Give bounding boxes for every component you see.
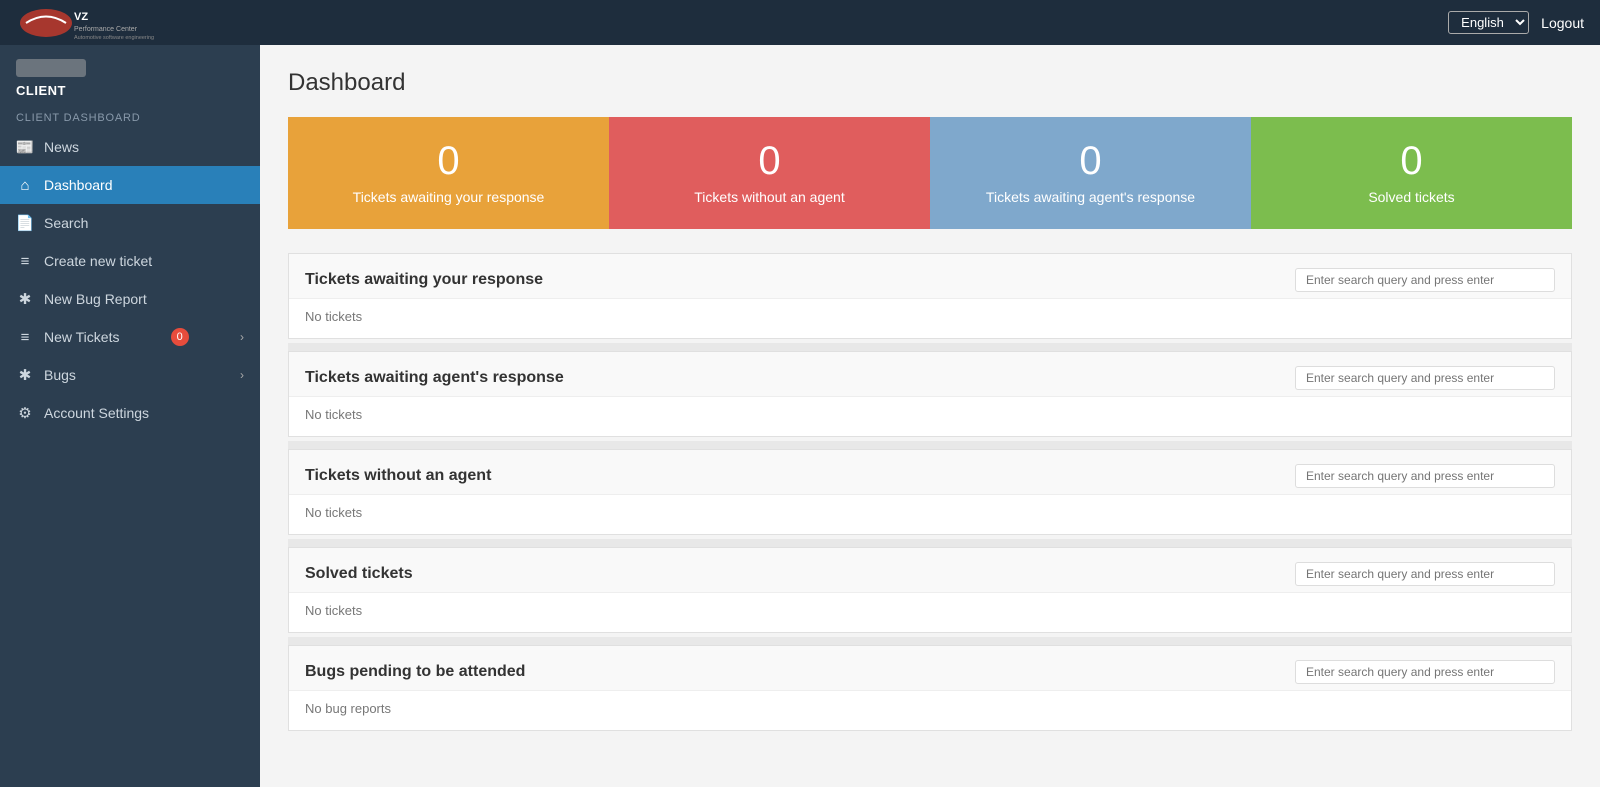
sidebar-items-container: 📰 News ⌂ Dashboard 📄 Search ≡ Create new ticket…: [0, 128, 260, 432]
ticket-section-title-awaiting-response: Tickets awaiting your response: [305, 271, 543, 289]
search-icon: 📄: [16, 214, 34, 232]
stat-label-0: Tickets awaiting your response: [353, 189, 545, 205]
stat-label-3: Solved tickets: [1368, 189, 1454, 205]
sidebar-item-new-tickets[interactable]: ≡ New Tickets 0 ›: [0, 318, 260, 356]
sections-container: Tickets awaiting your response No tickets…: [288, 253, 1572, 731]
logout-button[interactable]: Logout: [1541, 15, 1584, 31]
sidebar-item-account-settings[interactable]: ⚙ Account Settings: [0, 394, 260, 432]
ticket-section-header-without-agent: Tickets without an agent: [289, 450, 1571, 495]
ticket-section-header-bugs-pending: Bugs pending to be attended: [289, 646, 1571, 691]
ticket-section-header-awaiting-response: Tickets awaiting your response: [289, 254, 1571, 299]
ticket-section-body-without-agent: No tickets: [289, 495, 1571, 534]
dashboard-icon: ⌂: [16, 176, 34, 194]
new-tickets-label: New Tickets: [44, 329, 119, 345]
ticket-search-input-without-agent[interactable]: [1295, 464, 1555, 488]
ticket-section-title-bugs-pending: Bugs pending to be attended: [305, 663, 525, 681]
new-bug-report-label: New Bug Report: [44, 291, 147, 307]
bugs-label: Bugs: [44, 367, 76, 383]
account-settings-label: Account Settings: [44, 405, 149, 421]
account-settings-icon: ⚙: [16, 404, 34, 422]
create-ticket-label: Create new ticket: [44, 253, 152, 269]
ticket-section-body-awaiting-response: No tickets: [289, 299, 1571, 338]
ticket-section-awaiting-agent-response: Tickets awaiting agent's response No tick…: [288, 351, 1572, 437]
new-tickets-icon: ≡: [16, 328, 34, 346]
section-gap: [288, 343, 1572, 351]
section-gap: [288, 539, 1572, 547]
ticket-section-body-solved: No tickets: [289, 593, 1571, 632]
ticket-search-input-bugs-pending[interactable]: [1295, 660, 1555, 684]
ticket-section-header-awaiting-agent-response: Tickets awaiting agent's response: [289, 352, 1571, 397]
section-gap: [288, 637, 1572, 645]
ticket-section-awaiting-response: Tickets awaiting your response No tickets: [288, 253, 1572, 339]
main-content: Dashboard 0 Tickets awaiting your respons…: [260, 45, 1600, 787]
ticket-section-body-awaiting-agent-response: No tickets: [289, 397, 1571, 436]
search-label: Search: [44, 215, 88, 231]
ticket-section-body-bugs-pending: No bug reports: [289, 691, 1571, 730]
new-bug-report-icon: ✱: [16, 290, 34, 308]
language-select[interactable]: English: [1448, 11, 1529, 34]
create-ticket-icon: ≡: [16, 252, 34, 270]
ticket-section-title-awaiting-agent-response: Tickets awaiting agent's response: [305, 369, 564, 387]
ticket-search-input-awaiting-agent-response[interactable]: [1295, 366, 1555, 390]
bugs-icon: ✱: [16, 366, 34, 384]
sidebar-item-new-bug-report[interactable]: ✱ New Bug Report: [0, 280, 260, 318]
top-nav: VZ Performance Center Automotive softwar…: [0, 0, 1600, 45]
logo: VZ Performance Center Automotive softwar…: [16, 5, 176, 41]
stat-number-2: 0: [1079, 141, 1101, 181]
news-icon: 📰: [16, 138, 34, 156]
bugs-chevron-icon: ›: [240, 368, 244, 382]
page-title: Dashboard: [288, 69, 1572, 97]
sidebar-item-news[interactable]: 📰 News: [0, 128, 260, 166]
stat-label-2: Tickets awaiting agent's response: [986, 189, 1195, 205]
ticket-section-bugs-pending: Bugs pending to be attended No bug report…: [288, 645, 1572, 731]
sidebar-user-label: CLIENT: [16, 83, 244, 98]
svg-text:Automotive software engineerin: Automotive software engineering: [74, 35, 154, 41]
stat-card-3: 0 Solved tickets: [1251, 117, 1572, 229]
section-gap: [288, 441, 1572, 449]
svg-text:VZ: VZ: [74, 11, 88, 23]
ticket-section-without-agent: Tickets without an agent No tickets: [288, 449, 1572, 535]
ticket-search-input-awaiting-response[interactable]: [1295, 268, 1555, 292]
new-tickets-badge: 0: [171, 328, 189, 346]
stat-card-0: 0 Tickets awaiting your response: [288, 117, 609, 229]
ticket-section-header-solved: Solved tickets: [289, 548, 1571, 593]
sidebar-section-label: CLIENT DASHBOARD: [0, 104, 260, 128]
sidebar-item-create-ticket[interactable]: ≡ Create new ticket: [0, 242, 260, 280]
dashboard-label: Dashboard: [44, 177, 113, 193]
stat-cards: 0 Tickets awaiting your response 0 Tickets …: [288, 117, 1572, 229]
sidebar-avatar: [16, 59, 86, 77]
svg-text:Performance Center: Performance Center: [74, 26, 138, 33]
ticket-section-title-solved: Solved tickets: [305, 565, 413, 583]
ticket-section-solved: Solved tickets No tickets: [288, 547, 1572, 633]
new-tickets-chevron-icon: ›: [240, 330, 244, 344]
sidebar-item-bugs[interactable]: ✱ Bugs ›: [0, 356, 260, 394]
ticket-search-input-solved[interactable]: [1295, 562, 1555, 586]
sidebar-item-search[interactable]: 📄 Search: [0, 204, 260, 242]
stat-number-0: 0: [437, 141, 459, 181]
news-label: News: [44, 139, 79, 155]
top-nav-right: English Logout: [1448, 11, 1584, 34]
sidebar: CLIENT CLIENT DASHBOARD 📰 News ⌂ Dashboard 📄…: [0, 45, 260, 787]
sidebar-user-area: CLIENT: [0, 45, 260, 104]
stat-card-2: 0 Tickets awaiting agent's response: [930, 117, 1251, 229]
logo-area: VZ Performance Center Automotive softwar…: [16, 5, 176, 41]
stat-number-1: 0: [758, 141, 780, 181]
sidebar-item-dashboard[interactable]: ⌂ Dashboard: [0, 166, 260, 204]
stat-label-1: Tickets without an agent: [694, 189, 844, 205]
stat-number-3: 0: [1400, 141, 1422, 181]
ticket-section-title-without-agent: Tickets without an agent: [305, 467, 491, 485]
app-body: CLIENT CLIENT DASHBOARD 📰 News ⌂ Dashboard 📄…: [0, 45, 1600, 787]
stat-card-1: 0 Tickets without an agent: [609, 117, 930, 229]
